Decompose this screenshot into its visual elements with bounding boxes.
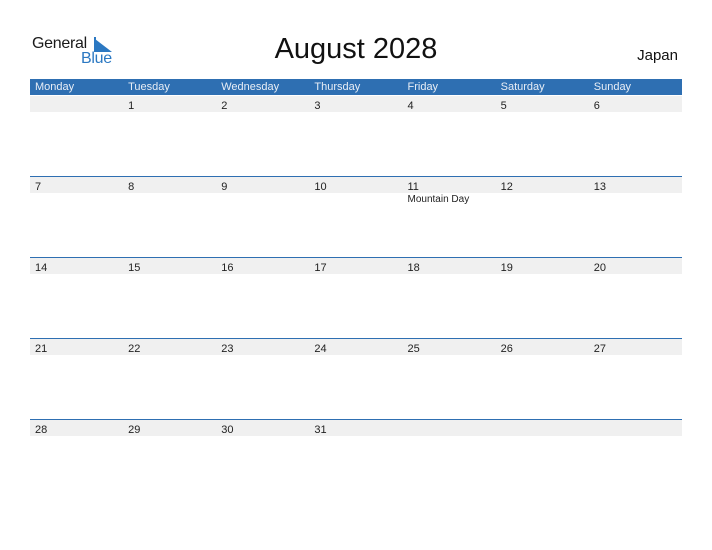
day-number: 16 — [221, 262, 234, 274]
day-cell: 15 — [123, 258, 216, 274]
day-number: 31 — [314, 424, 327, 436]
week-row: 14 15 16 17 18 19 20 — [30, 257, 682, 338]
day-cell: 9 — [216, 177, 309, 193]
day-number-strip: 7 8 9 10 11 Mountain Day 12 13 — [30, 176, 682, 205]
day-number: 7 — [35, 181, 42, 193]
day-cell: 29 — [123, 420, 216, 436]
holiday-label: Mountain Day — [407, 194, 470, 205]
calendar-grid: Monday Tuesday Wednesday Thursday Friday… — [30, 79, 682, 436]
weekday-saturday: Saturday — [500, 81, 545, 93]
day-cell: 30 — [216, 420, 309, 436]
day-number: 29 — [128, 424, 141, 436]
day-number: 23 — [221, 343, 234, 355]
day-number-strip: 1 2 3 4 5 6 — [30, 96, 682, 112]
weekday-thursday: Thursday — [314, 81, 361, 93]
day-number: 30 — [221, 424, 234, 436]
day-cell: 13 — [589, 177, 682, 193]
day-number: 24 — [314, 343, 327, 355]
day-cell: 7 — [30, 177, 123, 193]
day-cell: 26 — [496, 339, 589, 355]
day-number: 6 — [593, 100, 600, 112]
day-cell: 28 — [30, 420, 123, 436]
day-cell — [589, 420, 682, 436]
weekday-friday: Friday — [407, 81, 439, 93]
day-cell — [30, 96, 123, 112]
day-number: 28 — [35, 424, 48, 436]
day-cell: 14 — [30, 258, 123, 274]
day-number: 3 — [314, 100, 321, 112]
day-number: 8 — [128, 181, 135, 193]
day-number: 21 — [35, 343, 48, 355]
day-number: 10 — [314, 181, 327, 193]
day-cell: 2 — [216, 96, 309, 112]
day-number: 14 — [35, 262, 48, 274]
day-cell: 16 — [216, 258, 309, 274]
day-number: 13 — [593, 181, 606, 193]
day-cell: 11 Mountain Day — [403, 177, 496, 205]
day-cell: 18 — [403, 258, 496, 274]
day-cell: 5 — [496, 96, 589, 112]
weekday-header: Monday Tuesday Wednesday Thursday Friday… — [30, 79, 682, 95]
day-cell: 31 — [309, 420, 402, 436]
day-cell: 4 — [403, 96, 496, 112]
day-number: 15 — [128, 262, 141, 274]
day-cell: 12 — [496, 177, 589, 193]
day-number: 4 — [407, 100, 414, 112]
day-number: 18 — [407, 262, 420, 274]
day-number: 11 — [407, 181, 419, 193]
day-number: 1 — [128, 100, 135, 112]
calendar-title: August 2028 — [274, 33, 438, 65]
day-cell: 27 — [589, 339, 682, 355]
day-number: 5 — [500, 100, 507, 112]
day-number: 17 — [314, 262, 327, 274]
day-cell: 8 — [123, 177, 216, 193]
day-number: 27 — [593, 343, 606, 355]
day-number: 12 — [500, 181, 513, 193]
weekday-sunday: Sunday — [593, 81, 632, 93]
day-cell: 6 — [589, 96, 682, 112]
day-cell: 19 — [496, 258, 589, 274]
day-number: 20 — [593, 262, 606, 274]
day-cell: 10 — [309, 177, 402, 193]
day-cell: 25 — [403, 339, 496, 355]
day-cell: 1 — [123, 96, 216, 112]
day-cell: 3 — [309, 96, 402, 112]
week-row: 21 22 23 24 25 26 27 — [30, 338, 682, 419]
day-cell — [496, 420, 589, 436]
day-cell — [403, 420, 496, 436]
day-cell: 23 — [216, 339, 309, 355]
day-cell: 17 — [309, 258, 402, 274]
day-cell: 20 — [589, 258, 682, 274]
day-number: 19 — [500, 262, 513, 274]
day-number-strip: 28 29 30 31 — [30, 419, 682, 436]
day-number: 2 — [221, 100, 228, 112]
country-label: Japan — [637, 47, 678, 64]
day-number: 9 — [221, 181, 228, 193]
day-number-strip: 14 15 16 17 18 19 20 — [30, 257, 682, 274]
week-row: 1 2 3 4 5 6 — [30, 96, 682, 177]
day-number: 25 — [407, 343, 420, 355]
weekday-monday: Monday — [35, 81, 75, 93]
week-row: 28 29 30 31 — [30, 419, 682, 500]
day-cell: 22 — [123, 339, 216, 355]
day-cell: 21 — [30, 339, 123, 355]
day-number: 26 — [500, 343, 513, 355]
week-row: 7 8 9 10 11 Mountain Day 12 13 — [30, 176, 682, 257]
day-cell: 24 — [309, 339, 402, 355]
weekday-tuesday: Tuesday — [128, 81, 170, 93]
day-number: 22 — [128, 343, 141, 355]
day-number-strip: 21 22 23 24 25 26 27 — [30, 338, 682, 355]
weekday-wednesday: Wednesday — [221, 81, 280, 93]
